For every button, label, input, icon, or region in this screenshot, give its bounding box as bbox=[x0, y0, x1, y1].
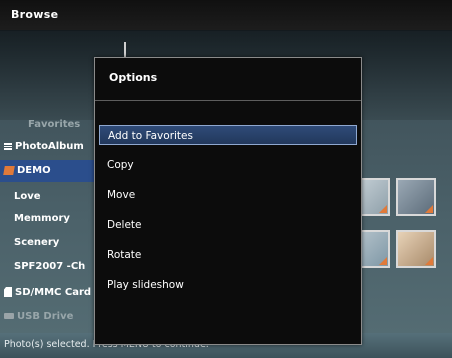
sidebar-item-label: DEMO bbox=[17, 165, 51, 176]
menu-item-move[interactable]: Move bbox=[99, 185, 357, 205]
title-bar: Browse bbox=[0, 0, 452, 31]
selected-mark-icon bbox=[425, 205, 433, 213]
menu-item-delete[interactable]: Delete bbox=[99, 215, 357, 235]
sidebar-item-label: SD/MMC Card bbox=[15, 287, 92, 298]
sidebar-item-label: Scenery bbox=[14, 237, 60, 248]
sidebar-item-label: Memmory bbox=[14, 213, 70, 224]
selected-mark-icon bbox=[425, 257, 433, 265]
window-title: Browse bbox=[11, 8, 59, 21]
selected-mark-icon bbox=[379, 205, 387, 213]
menu-item-play-slideshow[interactable]: Play slideshow bbox=[99, 275, 357, 295]
sidebar-item-label: USB Drive bbox=[17, 311, 74, 322]
usb-icon bbox=[4, 313, 14, 319]
album-icon bbox=[3, 165, 15, 175]
photo-thumbnail[interactable] bbox=[396, 230, 436, 268]
sidebar-item-label: PhotoAlbum bbox=[15, 141, 84, 152]
options-header: Options bbox=[95, 58, 361, 100]
menu-item-rotate[interactable]: Rotate bbox=[99, 245, 357, 265]
menu-item-add-to-favorites[interactable]: Add to Favorites bbox=[99, 125, 357, 145]
sidebar-item-label: SPF2007 -Ch bbox=[14, 261, 86, 272]
photo-frame-screen: Browse Favorites PhotoAlbum DEMO Love Me… bbox=[0, 0, 452, 358]
list-icon bbox=[4, 142, 12, 150]
options-title: Options bbox=[109, 71, 158, 84]
selected-mark-icon bbox=[379, 257, 387, 265]
divider bbox=[95, 100, 361, 101]
sidebar-item-label: Love bbox=[14, 191, 41, 202]
photo-thumbnail[interactable] bbox=[396, 178, 436, 216]
sidebar-item-label: Favorites bbox=[28, 119, 81, 130]
text-cursor bbox=[124, 42, 126, 58]
menu-item-copy[interactable]: Copy bbox=[99, 155, 357, 175]
options-menu: Options Add to Favorites Copy Move Delet… bbox=[94, 57, 362, 345]
card-icon bbox=[4, 287, 12, 297]
